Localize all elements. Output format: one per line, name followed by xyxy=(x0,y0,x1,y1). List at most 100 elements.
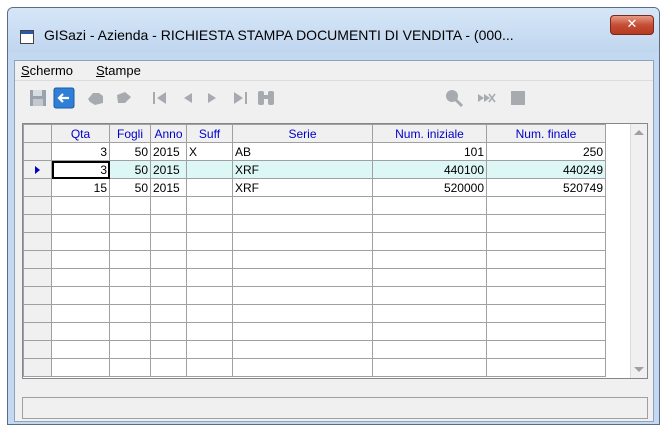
cell-qta[interactable]: 3 xyxy=(51,142,110,161)
cell-qta[interactable] xyxy=(51,286,110,305)
table-row[interactable]: 15 50 2015 XRF 520000 520749 xyxy=(23,178,606,197)
cell-anno[interactable] xyxy=(150,232,187,251)
cell-fogli[interactable]: 50 xyxy=(109,178,151,197)
cell-suff[interactable] xyxy=(186,268,233,287)
back-icon[interactable] xyxy=(53,87,75,109)
cell-serie[interactable] xyxy=(232,214,373,233)
cell-serie[interactable] xyxy=(232,268,373,287)
row-indicator[interactable] xyxy=(23,250,52,269)
row-indicator[interactable] xyxy=(23,142,52,161)
cell-suff[interactable] xyxy=(186,322,233,341)
cell-fogli[interactable]: 50 xyxy=(109,142,151,161)
row-indicator[interactable] xyxy=(23,268,52,287)
cell-serie[interactable] xyxy=(232,286,373,305)
cell-qta[interactable]: 3 xyxy=(51,160,110,179)
cell-anno[interactable] xyxy=(150,304,187,323)
row-indicator[interactable] xyxy=(23,232,52,251)
cell-num-finale[interactable] xyxy=(486,232,606,251)
cell-num-finale[interactable] xyxy=(486,214,606,233)
cell-num-iniziale[interactable] xyxy=(372,340,487,359)
cell-qta[interactable] xyxy=(51,214,110,233)
cell-num-finale[interactable] xyxy=(486,340,606,359)
vertical-scrollbar[interactable] xyxy=(630,124,647,378)
column-header-serie[interactable]: Serie xyxy=(232,124,373,143)
data-grid[interactable]: Qta Fogli Anno Suff Serie Num. iniziale … xyxy=(22,123,648,379)
cell-suff[interactable] xyxy=(186,178,233,197)
hand-right-icon[interactable] xyxy=(113,87,135,109)
binoculars-icon[interactable] xyxy=(255,87,277,109)
cell-num-iniziale[interactable] xyxy=(372,214,487,233)
cell-qta[interactable] xyxy=(51,358,110,377)
cell-serie[interactable] xyxy=(232,358,373,377)
row-indicator[interactable] xyxy=(23,322,52,341)
cell-fogli[interactable] xyxy=(109,250,151,269)
search-icon[interactable] xyxy=(443,87,465,109)
cell-serie[interactable]: XRF xyxy=(232,160,373,179)
table-row[interactable] xyxy=(23,250,606,269)
cell-suff[interactable] xyxy=(186,358,233,377)
next-icon[interactable] xyxy=(201,87,223,109)
cell-qta[interactable] xyxy=(51,196,110,215)
cell-fogli[interactable] xyxy=(109,304,151,323)
cell-num-finale[interactable]: 520749 xyxy=(486,178,606,197)
hand-icon[interactable] xyxy=(85,87,107,109)
cell-suff[interactable] xyxy=(186,214,233,233)
column-header-num-finale[interactable]: Num. finale xyxy=(486,124,606,143)
menu-schermo[interactable]: Schermo xyxy=(21,63,73,78)
cell-anno[interactable]: 2015 xyxy=(150,142,187,161)
column-header-num-iniziale[interactable]: Num. iniziale xyxy=(372,124,487,143)
scroll-up-icon[interactable] xyxy=(634,130,644,135)
first-icon[interactable] xyxy=(149,87,171,109)
row-indicator[interactable] xyxy=(23,160,52,179)
table-row[interactable] xyxy=(23,214,606,233)
app-icon[interactable] xyxy=(20,30,34,44)
cell-fogli[interactable] xyxy=(109,268,151,287)
cell-qta[interactable] xyxy=(51,340,110,359)
table-row[interactable] xyxy=(23,196,606,215)
stop-icon[interactable] xyxy=(507,87,529,109)
cell-anno[interactable] xyxy=(150,322,187,341)
cell-suff[interactable] xyxy=(186,286,233,305)
cell-num-iniziale[interactable] xyxy=(372,358,487,377)
cell-fogli[interactable] xyxy=(109,286,151,305)
table-row[interactable] xyxy=(23,322,606,341)
cell-num-iniziale[interactable]: 440100 xyxy=(372,160,487,179)
last-icon[interactable] xyxy=(229,87,251,109)
cell-qta[interactable] xyxy=(51,322,110,341)
cell-suff[interactable] xyxy=(186,340,233,359)
title-bar[interactable]: GISazi - Azienda - RICHIESTA STAMPA DOCU… xyxy=(8,8,659,52)
cell-num-finale[interactable] xyxy=(486,358,606,377)
table-row[interactable] xyxy=(23,304,606,323)
cell-suff[interactable] xyxy=(186,250,233,269)
cell-anno[interactable] xyxy=(150,340,187,359)
cell-anno[interactable] xyxy=(150,250,187,269)
cell-suff[interactable]: X xyxy=(186,142,233,161)
row-indicator[interactable] xyxy=(23,196,52,215)
cell-num-iniziale[interactable] xyxy=(372,304,487,323)
cell-serie[interactable] xyxy=(232,340,373,359)
cell-anno[interactable] xyxy=(150,268,187,287)
scroll-down-icon[interactable] xyxy=(634,367,644,372)
cell-num-finale[interactable] xyxy=(486,268,606,287)
cell-anno[interactable] xyxy=(150,358,187,377)
column-header-qta[interactable]: Qta xyxy=(51,124,110,143)
cell-anno[interactable]: 2015 xyxy=(150,160,187,179)
column-header-fogli[interactable]: Fogli xyxy=(109,124,151,143)
row-indicator[interactable] xyxy=(23,304,52,323)
cell-suff[interactable] xyxy=(186,160,233,179)
cell-num-iniziale[interactable] xyxy=(372,250,487,269)
row-indicator[interactable] xyxy=(23,358,52,377)
save-icon[interactable] xyxy=(27,87,49,109)
cell-fogli[interactable] xyxy=(109,340,151,359)
cell-fogli[interactable] xyxy=(109,214,151,233)
cell-anno[interactable] xyxy=(150,214,187,233)
cell-serie[interactable] xyxy=(232,304,373,323)
cell-num-finale[interactable] xyxy=(486,286,606,305)
cell-serie[interactable] xyxy=(232,250,373,269)
cell-num-iniziale[interactable] xyxy=(372,286,487,305)
cell-serie[interactable] xyxy=(232,232,373,251)
cell-qta[interactable] xyxy=(51,232,110,251)
cell-num-iniziale[interactable]: 101 xyxy=(372,142,487,161)
cell-num-finale[interactable]: 440249 xyxy=(486,160,606,179)
table-row[interactable] xyxy=(23,268,606,287)
